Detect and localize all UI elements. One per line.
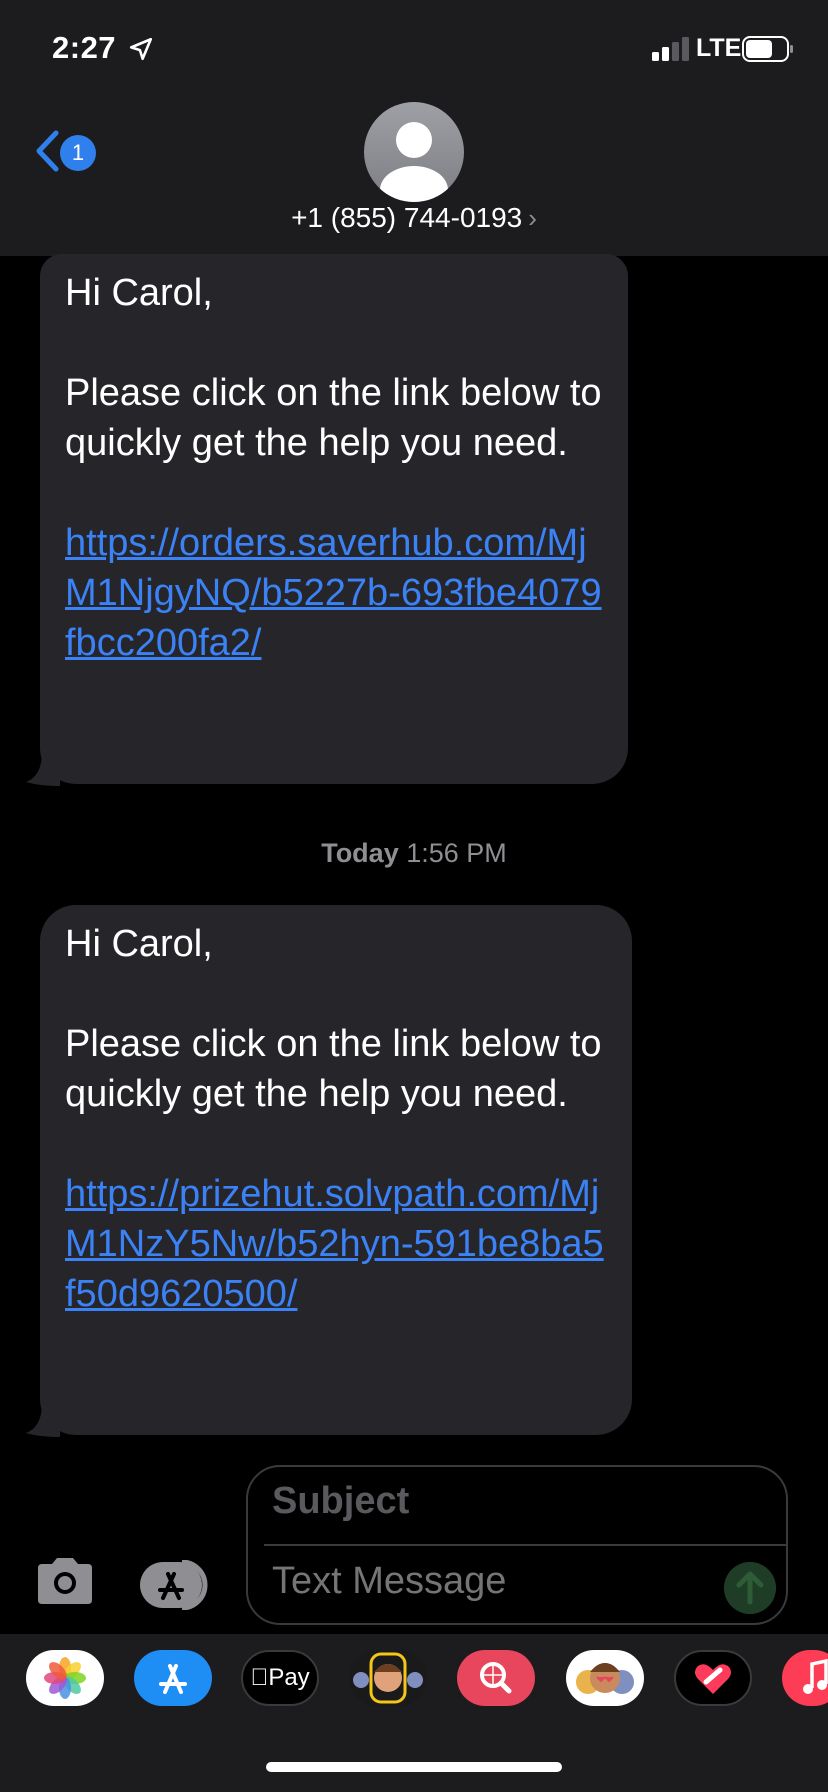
- message-timestamp: Today 1:56 PM: [0, 838, 828, 869]
- message-body: Please click on the link below to quickl…: [65, 372, 602, 464]
- images-search-icon[interactable]: [457, 1650, 535, 1706]
- chevron-right-icon: ›: [528, 203, 537, 233]
- timestamp-day: Today: [321, 838, 399, 868]
- contact-avatar[interactable]: [364, 102, 464, 202]
- contact-name[interactable]: +1 (855) 744-0193 ›: [0, 202, 828, 234]
- memoji-stickers-icon[interactable]: [349, 1650, 427, 1706]
- message-greeting: Hi Carol,: [65, 923, 213, 965]
- back-chevron-icon[interactable]: [34, 130, 60, 172]
- send-arrow-icon[interactable]: [724, 1562, 776, 1614]
- subject-field[interactable]: Subject: [272, 1480, 409, 1523]
- person-silhouette-icon: [380, 122, 448, 202]
- message-body: Please click on the link below to quickl…: [65, 1023, 602, 1115]
- location-arrow-icon: [129, 37, 153, 61]
- message-bubble[interactable]: Hi Carol, Please click on the link below…: [40, 254, 628, 784]
- message-link[interactable]: https://orders.saverhub.com/MjM1NjgyNQ/b…: [65, 522, 602, 664]
- home-indicator[interactable]: [266, 1762, 562, 1772]
- app-store-icon[interactable]: [134, 1650, 212, 1706]
- signal-strength-icon: [652, 37, 689, 61]
- app-store-drawer-button-icon[interactable]: [138, 1560, 214, 1610]
- message-bubble[interactable]: Hi Carol, Please click on the link below…: [40, 905, 632, 1435]
- apple-pay-icon[interactable]: Pay: [241, 1650, 319, 1706]
- camera-icon[interactable]: [34, 1556, 96, 1606]
- digital-touch-icon[interactable]: [674, 1650, 752, 1706]
- message-greeting: Hi Carol,: [65, 272, 213, 314]
- unread-count-badge[interactable]: 1: [60, 135, 96, 171]
- animoji-icon[interactable]: [566, 1650, 644, 1706]
- battery-icon: [742, 36, 793, 62]
- network-type: LTE: [696, 34, 742, 62]
- compose-divider: [264, 1544, 788, 1546]
- contact-phone-number[interactable]: +1 (855) 744-0193: [291, 202, 522, 233]
- music-icon[interactable]: [782, 1650, 828, 1706]
- message-link[interactable]: https://prizehut.solvpath.com/MjM1NzY5Nw…: [65, 1173, 604, 1315]
- timestamp-time: 1:56 PM: [406, 838, 507, 868]
- message-input[interactable]: [272, 1560, 692, 1603]
- photos-icon[interactable]: [26, 1650, 104, 1706]
- status-time: 2:27: [52, 30, 117, 65]
